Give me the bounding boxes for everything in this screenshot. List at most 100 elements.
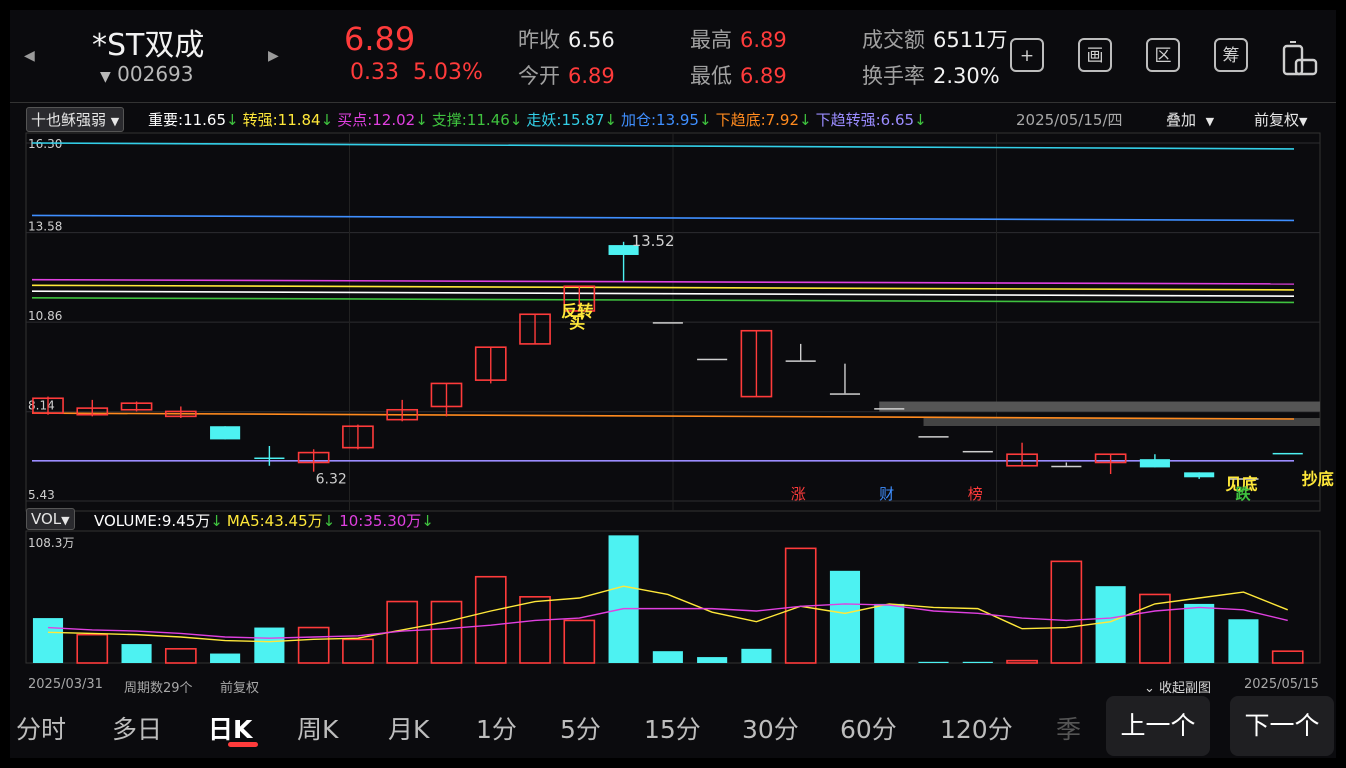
candlestick-chart[interactable]: 16.3013.5810.868.145.4313.526.32反转买涨财榜见底… xyxy=(10,103,1336,687)
stock-code: 002693 xyxy=(117,62,194,86)
candle-body xyxy=(874,408,905,410)
candle-body xyxy=(1051,465,1082,468)
kline-chart-panel: 十也稣强弱 ▼ 重要:11.65↓ 转强:11.84↓ 买点:12.02↓ 支撑:11… xyxy=(10,102,1336,696)
indicator-item: 10:35.30万↓ xyxy=(339,512,434,530)
volume-bar xyxy=(1050,560,1083,664)
y-tick-label: 16.30 xyxy=(28,137,62,151)
last-price: 6.89 xyxy=(344,20,416,58)
volume-bar xyxy=(474,575,507,664)
y-tick-label: 8.14 xyxy=(28,399,55,413)
tab-1[interactable]: 多日 xyxy=(112,710,162,746)
tab-8[interactable]: 30分 xyxy=(742,710,799,746)
tab-7[interactable]: 15分 xyxy=(644,710,701,746)
support-band xyxy=(879,401,1320,412)
low-price: 最低 6.89 xyxy=(690,64,787,88)
candle-body xyxy=(918,436,949,438)
volume-bar xyxy=(430,600,463,664)
indicator-line xyxy=(31,142,1295,150)
volume-bar xyxy=(962,661,993,663)
volume-bar xyxy=(1228,619,1259,663)
candle-body xyxy=(829,393,861,395)
indicator-line xyxy=(31,284,1295,291)
candle-body xyxy=(697,358,728,361)
y-tick-label: 13.58 xyxy=(28,220,62,234)
candle-body xyxy=(254,457,285,460)
price-change: 0.33 5.03% xyxy=(350,60,483,85)
chart-annotation: 财 xyxy=(879,485,894,503)
volume-values: VOLUME:9.45万↓ MA5:43.45万↓ 10:35.30万↓ xyxy=(94,510,438,531)
region-icon: 区 xyxy=(1154,46,1172,66)
volume-bar xyxy=(1271,650,1304,664)
volume-bar xyxy=(164,648,197,664)
chart-annotation: 涨 xyxy=(791,485,806,503)
tab-9[interactable]: 60分 xyxy=(840,710,897,746)
prev-close: 昨收 6.56 xyxy=(518,28,615,52)
chart-annotation: 榜 xyxy=(968,485,983,503)
chips-icon: 筹 xyxy=(1222,46,1240,66)
caret-down-icon: ▼ xyxy=(61,514,70,527)
chart-annotation: 跌 xyxy=(1235,485,1251,503)
tab-11[interactable]: 季 xyxy=(1056,710,1081,746)
high-price: 最高 6.89 xyxy=(690,28,787,52)
volume-bar xyxy=(1095,586,1126,663)
volume-bar xyxy=(1006,659,1038,664)
indicator-item: VOLUME:9.45万↓ xyxy=(94,512,223,530)
prev-stock-arrow-icon[interactable]: ◀ xyxy=(24,48,35,64)
volume-bar xyxy=(1139,593,1171,664)
open-price: 今开 6.89 xyxy=(518,64,615,88)
tab-5[interactable]: 1分 xyxy=(476,710,517,746)
volume-max-label: 108.3万 xyxy=(28,536,74,550)
stock-name: *ST双成 xyxy=(92,28,205,63)
chart-annotation: 6.32 xyxy=(316,472,347,488)
indicator-line xyxy=(31,278,1295,285)
volume-bar xyxy=(652,651,683,663)
candle-body xyxy=(962,450,993,453)
prev-button[interactable]: 上一个 xyxy=(1106,696,1210,756)
chart-annotation: 抄底 xyxy=(1302,469,1334,488)
device-icon xyxy=(1282,41,1318,76)
next-button[interactable]: 下一个 xyxy=(1230,696,1334,756)
volume-bar xyxy=(874,603,905,663)
y-tick-label: 5.43 xyxy=(28,488,55,502)
tab-2[interactable]: 日K xyxy=(208,710,252,746)
candle-body xyxy=(210,426,241,440)
next-stock-arrow-icon[interactable]: ▶ xyxy=(268,48,279,64)
indicator-line xyxy=(31,290,1295,297)
region-button[interactable]: 区 xyxy=(1146,38,1180,72)
volume-bar xyxy=(342,638,374,664)
tab-10[interactable]: 120分 xyxy=(940,710,1013,746)
add-button[interactable]: + xyxy=(1010,38,1044,72)
device-button[interactable] xyxy=(1280,38,1318,76)
volume-bar xyxy=(608,535,639,663)
period-tab-bar: 上一个 下一个 分时 多日 日K 周K 月K 1分 5分 15分 30分 60分 120分 季 xyxy=(10,690,1336,758)
volume-indicator-selector[interactable]: VOL▼ xyxy=(26,508,75,530)
volume-bar xyxy=(563,619,596,664)
volume-bar xyxy=(829,570,861,663)
candle-body xyxy=(785,360,816,362)
candle-body xyxy=(1184,472,1215,478)
tab-3[interactable]: 周K xyxy=(297,710,338,746)
volume-bar xyxy=(1184,603,1215,663)
indicator-line xyxy=(31,296,1295,304)
quote-header: ◀ ▶ xyxy=(10,10,1336,102)
tab-6[interactable]: 5分 xyxy=(560,710,601,746)
draw-button[interactable]: 画 xyxy=(1078,38,1112,72)
chips-button[interactable]: 筹 xyxy=(1214,38,1248,72)
chart-annotation: 13.52 xyxy=(632,232,675,250)
chart-annotation: 买 xyxy=(569,313,585,332)
indicator-line xyxy=(31,412,1295,420)
indicator-line xyxy=(31,214,1295,222)
tab-0[interactable]: 分时 xyxy=(16,710,66,746)
stock-code-selector[interactable]: ▼ 002693 xyxy=(100,62,194,86)
volume-bar xyxy=(254,627,285,663)
indicator-item: MA5:43.45万↓ xyxy=(226,512,336,530)
candle-body xyxy=(1272,452,1303,455)
volume-bar xyxy=(121,644,152,663)
volume-bar xyxy=(697,657,728,663)
volume-bar xyxy=(297,626,330,664)
candle-body xyxy=(1139,459,1170,468)
volume-bar xyxy=(32,618,64,663)
add-icon: + xyxy=(1019,46,1035,66)
volume-bar xyxy=(210,653,241,663)
tab-4[interactable]: 月K xyxy=(388,710,429,746)
